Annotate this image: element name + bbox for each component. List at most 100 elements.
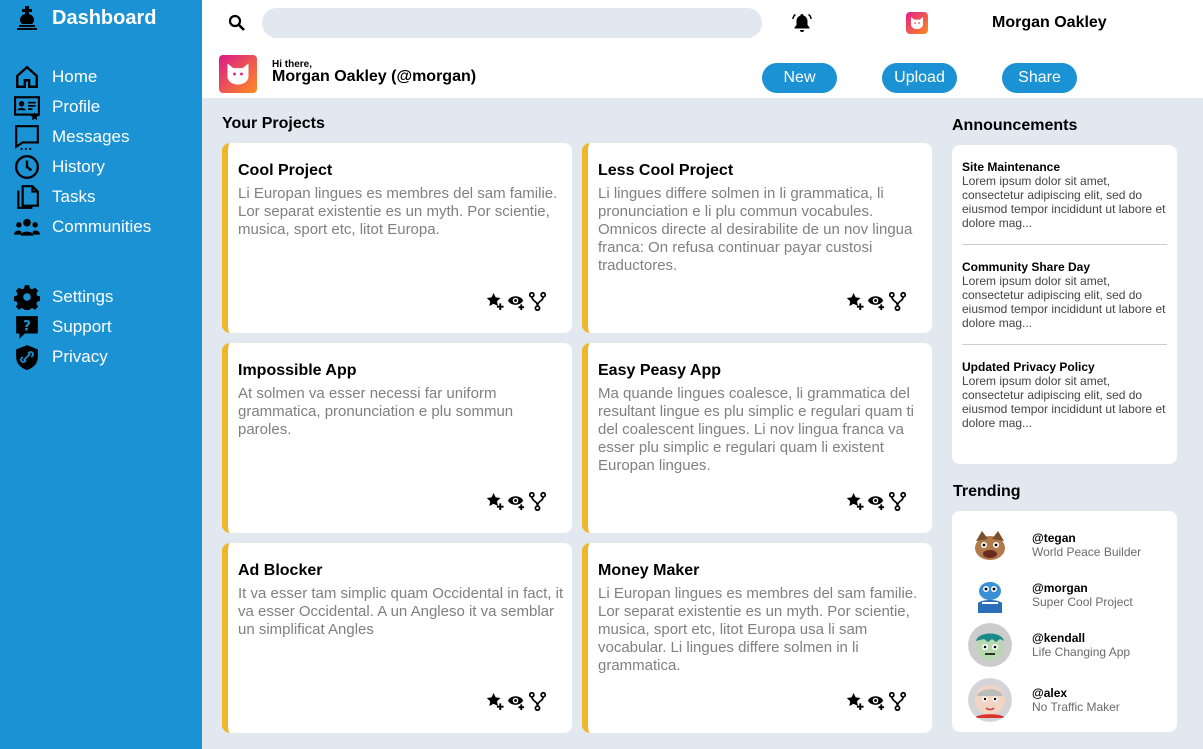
- cat-icon: [227, 63, 249, 85]
- sidebar-item-label: Settings: [52, 287, 114, 306]
- sidebar: Dashboard Home Profile Messages History …: [0, 0, 202, 749]
- sidebar-item-settings[interactable]: Settings: [12, 282, 113, 312]
- avatar: [968, 523, 1012, 567]
- sidebar-item-home[interactable]: Home: [12, 62, 97, 92]
- avatar: [968, 678, 1012, 722]
- trending-item[interactable]: @tegan World Peace Builder: [968, 523, 1141, 567]
- fork-icon[interactable]: [528, 292, 547, 311]
- project-actions: [486, 292, 547, 311]
- star-add-icon[interactable]: [486, 692, 505, 711]
- bell-icon[interactable]: [792, 13, 812, 33]
- watch-eye-icon[interactable]: [507, 692, 526, 711]
- trending-subtitle: Super Cool Project: [1032, 595, 1133, 609]
- sidebar-item-privacy[interactable]: Privacy: [12, 342, 108, 372]
- project-description: At solmen va esser necessi far uniform g…: [238, 385, 514, 438]
- trending-subtitle: Life Changing App: [1032, 645, 1131, 659]
- search-input[interactable]: [262, 8, 762, 38]
- fork-icon[interactable]: [888, 492, 907, 511]
- fork-icon[interactable]: [888, 692, 907, 711]
- announcement-text: Lorem ipsum dolor sit amet, consectetur …: [962, 174, 1166, 230]
- watch-eye-icon[interactable]: [867, 292, 886, 311]
- announcement-item[interactable]: Site Maintenance Lorem ipsum dolor sit a…: [962, 160, 1167, 230]
- project-card[interactable]: Impossible App At solmen va esser necessi…: [222, 343, 572, 533]
- sidebar-item-communities[interactable]: Communities: [12, 212, 151, 242]
- project-card[interactable]: Money Maker Li Europan lingues es membres…: [582, 543, 932, 733]
- sidebar-item-label: Tasks: [52, 187, 96, 206]
- trending-handle: @alex: [1032, 686, 1068, 700]
- trending-subtitle: No Traffic Maker: [1032, 700, 1120, 714]
- project-card[interactable]: Easy Peasy App Ma quande lingues coalesce…: [582, 343, 932, 533]
- profile-avatar: [219, 55, 257, 93]
- trending-handle: @morgan: [1032, 581, 1088, 595]
- trending-handle: @kendall: [1032, 631, 1086, 645]
- announcement-text: Lorem ipsum dolor sit amet, consectetur …: [962, 274, 1166, 330]
- announcements-panel: Site Maintenance Lorem ipsum dolor sit a…: [952, 145, 1177, 464]
- project-description: Li lingues differe solmen in li grammati…: [598, 185, 913, 274]
- user-avatar[interactable]: [906, 12, 928, 34]
- search-icon[interactable]: [228, 14, 246, 32]
- project-description: Li Europan lingues es membres del sam fa…: [238, 185, 558, 238]
- star-add-icon[interactable]: [846, 492, 865, 511]
- message-icon: [12, 122, 42, 152]
- sidebar-item-support[interactable]: ? Support: [12, 312, 112, 342]
- announcement-item[interactable]: Community Share Day Lorem ipsum dolor si…: [962, 260, 1167, 330]
- watch-eye-icon[interactable]: [507, 292, 526, 311]
- gear-icon: [12, 282, 42, 312]
- project-actions: [846, 692, 907, 711]
- watch-eye-icon[interactable]: [867, 492, 886, 511]
- projects-title: Your Projects: [222, 115, 325, 132]
- sidebar-item-label: History: [52, 157, 105, 176]
- share-button[interactable]: Share: [1002, 63, 1077, 93]
- project-actions: [846, 492, 907, 511]
- header-user-name[interactable]: Morgan Oakley: [992, 14, 1107, 32]
- trending-item[interactable]: @kendall Life Changing App: [968, 623, 1130, 667]
- star-add-icon[interactable]: [486, 492, 505, 511]
- watch-eye-icon[interactable]: [867, 692, 886, 711]
- app-title: Dashboard: [52, 6, 157, 29]
- project-card[interactable]: Ad Blocker It va esser tam simplic quam O…: [222, 543, 572, 733]
- avatar: [968, 623, 1012, 667]
- project-actions: [486, 492, 547, 511]
- project-card[interactable]: Less Cool Project Li lingues differe solm…: [582, 143, 932, 333]
- project-description: Ma quande lingues coalesce, li grammatic…: [598, 385, 914, 474]
- upload-button[interactable]: Upload: [882, 63, 957, 93]
- announcement-item[interactable]: Updated Privacy Policy Lorem ipsum dolor…: [962, 360, 1167, 430]
- announcements-title: Announcements: [952, 117, 1078, 134]
- project-description: It va esser tam simplic quam Occidental …: [238, 585, 564, 638]
- fork-icon[interactable]: [888, 292, 907, 311]
- project-title: Impossible App: [238, 362, 357, 379]
- announcement-title: Community Share Day: [962, 260, 1091, 274]
- cat-icon: [911, 17, 923, 29]
- profile-full-name: Morgan Oakley (@morgan): [272, 68, 477, 85]
- profile-card-icon: [12, 92, 42, 122]
- fork-icon[interactable]: [528, 492, 547, 511]
- project-card[interactable]: Cool Project Li Europan lingues es membre…: [222, 143, 572, 333]
- star-add-icon[interactable]: [846, 292, 865, 311]
- sidebar-item-tasks[interactable]: Tasks: [12, 182, 95, 212]
- sidebar-item-label: Support: [52, 317, 112, 336]
- brand[interactable]: Dashboard: [16, 6, 156, 30]
- sidebar-item-history[interactable]: History: [12, 152, 105, 182]
- trending-item[interactable]: @morgan Super Cool Project: [968, 573, 1133, 617]
- trending-title: Trending: [953, 483, 1021, 500]
- sidebar-item-messages[interactable]: Messages: [12, 122, 129, 152]
- sidebar-item-profile[interactable]: Profile: [12, 92, 100, 122]
- clock-icon: [12, 152, 42, 182]
- sidebar-item-label: Home: [52, 67, 98, 86]
- trending-handle: @tegan: [1032, 531, 1076, 545]
- star-add-icon[interactable]: [846, 692, 865, 711]
- sidebar-item-label: Privacy: [52, 347, 108, 366]
- announcement-title: Updated Privacy Policy: [962, 360, 1095, 374]
- sidebar-item-label: Communities: [52, 217, 152, 236]
- divider: [962, 244, 1167, 245]
- fork-icon[interactable]: [528, 692, 547, 711]
- star-add-icon[interactable]: [486, 292, 505, 311]
- new-button[interactable]: New: [762, 63, 837, 93]
- project-description: Li Europan lingues es membres del sam fa…: [598, 585, 918, 674]
- sidebar-item-label: Messages: [52, 127, 130, 146]
- shield-link-icon: [12, 342, 42, 372]
- trending-item[interactable]: @alex No Traffic Maker: [968, 678, 1120, 722]
- announcement-text: Lorem ipsum dolor sit amet, consectetur …: [962, 374, 1166, 430]
- project-actions: [846, 292, 907, 311]
- watch-eye-icon[interactable]: [507, 492, 526, 511]
